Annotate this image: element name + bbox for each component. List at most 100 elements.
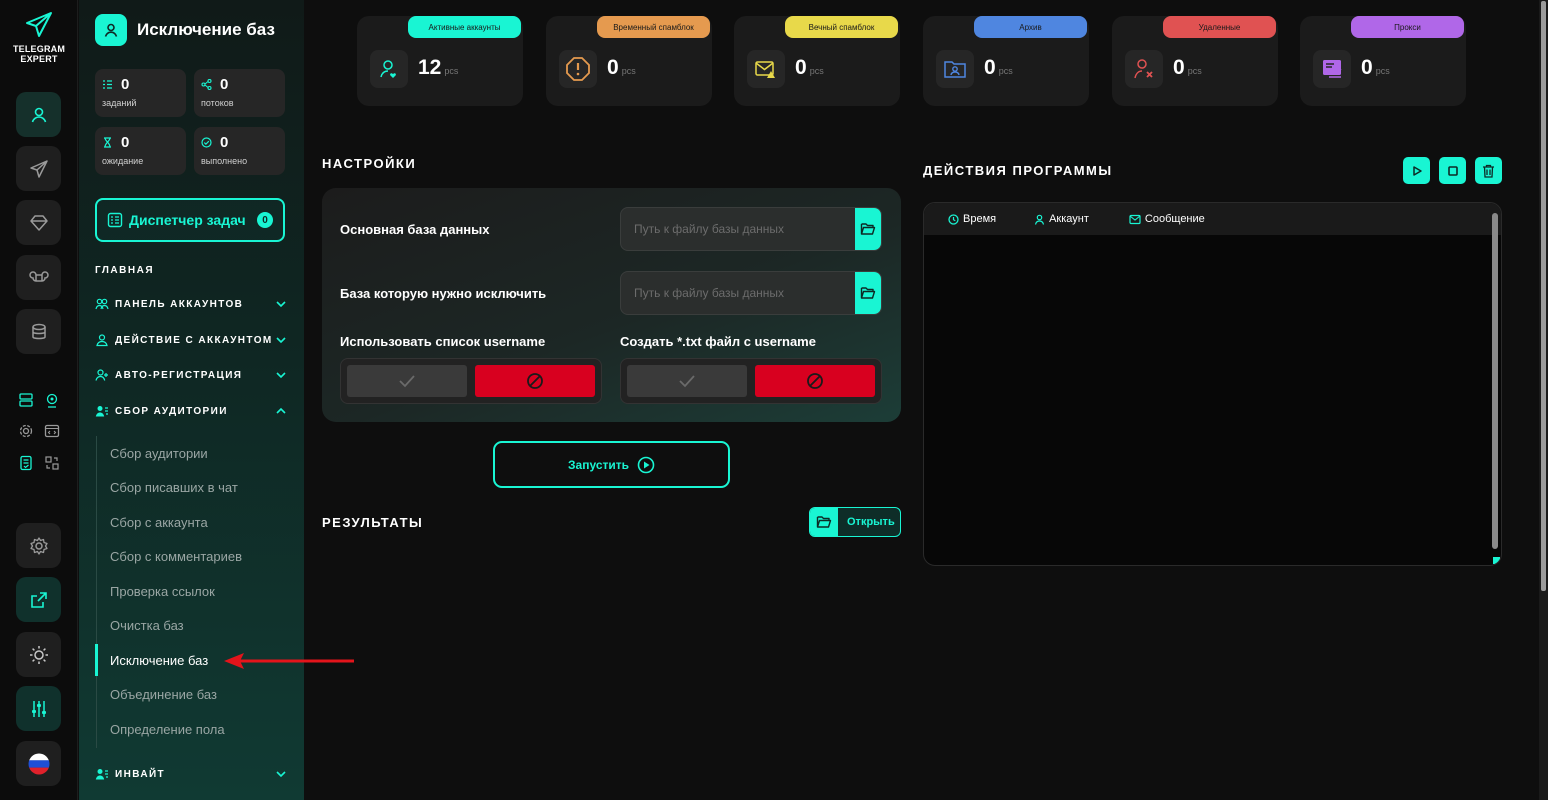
- account-count: 0 pcs: [1361, 56, 1390, 79]
- submenu-active-marker: [95, 644, 98, 676]
- block-icon: [527, 373, 543, 389]
- log-scrollbar[interactable]: [1492, 213, 1498, 549]
- main-db-input[interactable]: [621, 208, 855, 250]
- swap-icon[interactable]: [42, 453, 62, 473]
- exclude-db-input[interactable]: [621, 272, 855, 314]
- account-tag: Активные аккаунты: [408, 16, 521, 38]
- results-title: РЕЗУЛЬТАТЫ: [322, 515, 424, 530]
- menu-accounts-panel[interactable]: ПАНЕЛЬ АККАУНТОВ: [95, 294, 287, 314]
- page-scrollbar[interactable]: [1539, 0, 1548, 800]
- webcam-icon[interactable]: [42, 390, 62, 410]
- gear-small-icon[interactable]: [16, 421, 36, 441]
- rail-send-button[interactable]: [16, 146, 61, 191]
- block-icon: [807, 373, 823, 389]
- submenu-gender-detect[interactable]: Определение пола: [110, 722, 225, 737]
- audience-icon: [95, 406, 108, 417]
- log-col-message[interactable]: Сообщение: [1129, 213, 1205, 225]
- rail-database-button[interactable]: [16, 309, 61, 354]
- account-card-perm-spamblock[interactable]: Вечный спамблок 0 pcs: [734, 16, 900, 106]
- section-label-main: ГЛАВНАЯ: [95, 265, 155, 276]
- paper-plane-icon: [26, 12, 52, 37]
- log-col-time[interactable]: Время: [948, 213, 996, 225]
- menu-invite[interactable]: ИНВАЙТ: [95, 764, 287, 784]
- app-logo: TELEGRAM EXPERT: [10, 10, 68, 64]
- rail-sliders-button[interactable]: [16, 686, 61, 731]
- submenu-from-comments[interactable]: Сбор с комментариев: [110, 549, 242, 564]
- rail-theme-button[interactable]: [16, 632, 61, 677]
- settings-icon: [29, 536, 48, 555]
- open-label: Открыть: [847, 516, 895, 528]
- run-button[interactable]: Запустить: [493, 441, 730, 488]
- stat-done: 0 выполнено: [194, 127, 285, 175]
- servers-icon[interactable]: [16, 390, 36, 410]
- logo-text: TELEGRAM EXPERT: [12, 44, 66, 64]
- menu-auto-registration[interactable]: АВТО-РЕГИСТРАЦИЯ: [95, 365, 287, 385]
- check-icon: [399, 375, 415, 388]
- submenu-chat-writers[interactable]: Сбор писавших в чат: [110, 480, 238, 495]
- check-circle-icon: [201, 137, 212, 148]
- stat-label: ожидание: [102, 156, 144, 166]
- use-username-yes-button[interactable]: [347, 365, 467, 397]
- account-tag: Удаленные: [1163, 16, 1276, 38]
- clear-button[interactable]: [1475, 157, 1502, 184]
- users-icon: [95, 298, 109, 310]
- rail-command-button[interactable]: [16, 255, 61, 300]
- threads-icon: [201, 79, 212, 90]
- document-check-icon[interactable]: [16, 453, 36, 473]
- rail-premium-button[interactable]: [16, 200, 61, 245]
- main-db-label: Основная база данных: [340, 222, 490, 237]
- submenu-exclude-db[interactable]: Исключение баз: [110, 653, 208, 668]
- submenu-from-account[interactable]: Сбор с аккаунта: [110, 515, 208, 530]
- create-txt-yes-button[interactable]: [627, 365, 747, 397]
- main-db-input-group: [620, 207, 882, 251]
- menu-audience-collection[interactable]: СБОР АУДИТОРИИ: [95, 401, 287, 421]
- submenu-clean-db[interactable]: Очистка баз: [110, 618, 184, 633]
- stop-icon: [1447, 165, 1458, 176]
- actions-log: Время Аккаунт Сообщение: [923, 202, 1502, 566]
- main-db-browse-button[interactable]: [855, 208, 881, 250]
- play-button[interactable]: [1403, 157, 1430, 184]
- rail-settings-button[interactable]: [16, 523, 61, 568]
- task-manager-label: Диспетчер задач: [129, 212, 246, 228]
- user-icon: [96, 334, 108, 347]
- chevron-down-icon: [276, 301, 286, 308]
- stat-threads: 0 потоков: [194, 69, 285, 117]
- page-scrollbar-thumb[interactable]: [1541, 1, 1546, 591]
- account-card-archive[interactable]: Архив 0 pcs: [923, 16, 1089, 106]
- menu-label: СБОР АУДИТОРИИ: [115, 405, 228, 417]
- database-icon: [31, 323, 46, 339]
- play-icon: [1412, 165, 1422, 176]
- use-username-no-button[interactable]: [475, 365, 595, 397]
- exclude-db-browse-button[interactable]: [855, 272, 881, 314]
- task-manager-button[interactable]: Диспетчер задач 0: [95, 198, 285, 242]
- actions-title: ДЕЙСТВИЯ ПРОГРАММЫ: [923, 163, 1113, 178]
- create-txt-no-button[interactable]: [755, 365, 875, 397]
- diamond-icon: [29, 214, 48, 231]
- submenu-check-links[interactable]: Проверка ссылок: [110, 584, 215, 599]
- account-tag: Прокси: [1351, 16, 1464, 38]
- submenu-audience[interactable]: Сбор аудитории: [110, 446, 208, 461]
- stat-label: заданий: [102, 98, 137, 108]
- account-card-temp-spamblock[interactable]: Временный спамблок 0 pcs: [546, 16, 712, 106]
- rail-language-button[interactable]: [16, 741, 61, 786]
- log-resize-handle[interactable]: [1493, 557, 1500, 564]
- account-count: 0 pcs: [1173, 56, 1202, 79]
- task-count-badge: 0: [257, 212, 273, 228]
- play-circle-icon: [637, 456, 655, 473]
- stat-value: 0: [220, 76, 229, 93]
- rail-accounts-button[interactable]: [16, 92, 61, 137]
- rail-external-button[interactable]: [16, 577, 61, 622]
- exclude-db-label: База которую нужно исключить: [340, 286, 547, 301]
- chevron-down-icon: [276, 337, 286, 344]
- account-card-active[interactable]: Активные аккаунты 12 pcs: [357, 16, 523, 106]
- submenu-merge-db[interactable]: Объединение баз: [110, 687, 217, 702]
- check-icon: [679, 375, 695, 388]
- code-window-icon[interactable]: [42, 421, 62, 441]
- stop-button[interactable]: [1439, 157, 1466, 184]
- user-heart-icon: [370, 50, 408, 88]
- account-card-proxy[interactable]: Прокси 0 pcs: [1300, 16, 1466, 106]
- open-results-button[interactable]: Открыть: [809, 507, 901, 537]
- account-card-deleted[interactable]: Удаленные 0 pcs: [1112, 16, 1278, 106]
- menu-account-action[interactable]: ДЕЙСТВИЕ С АККАУНТОМ: [95, 330, 287, 350]
- log-col-account[interactable]: Аккаунт: [1034, 213, 1089, 225]
